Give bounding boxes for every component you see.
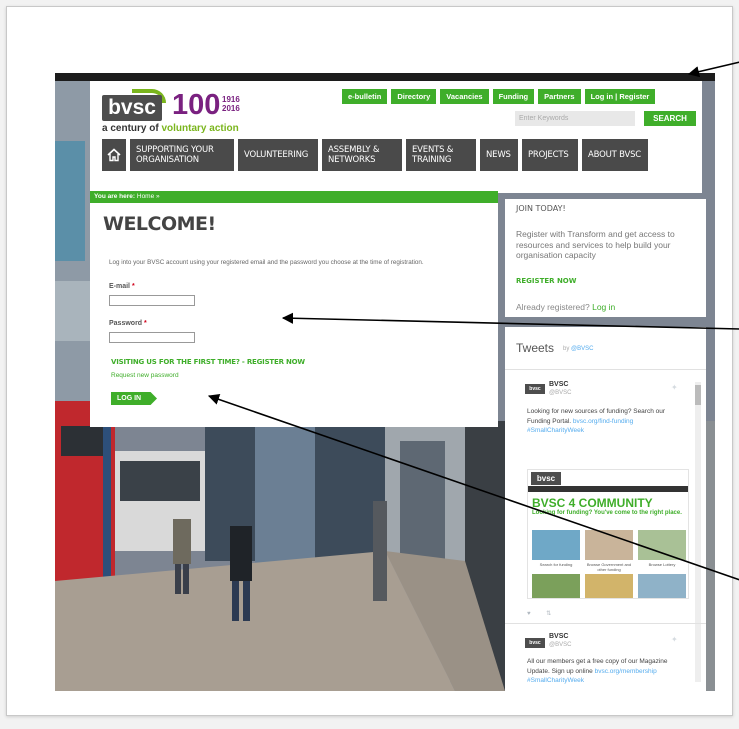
annotation-arrow bbox=[207, 394, 739, 581]
annotation-arrow bbox=[281, 312, 739, 330]
screenshot-frame: bvsc 100 1916 2016 a century of voluntar… bbox=[6, 6, 739, 716]
annotation-arrow bbox=[687, 61, 739, 78]
annotation-arrows bbox=[207, 61, 739, 581]
